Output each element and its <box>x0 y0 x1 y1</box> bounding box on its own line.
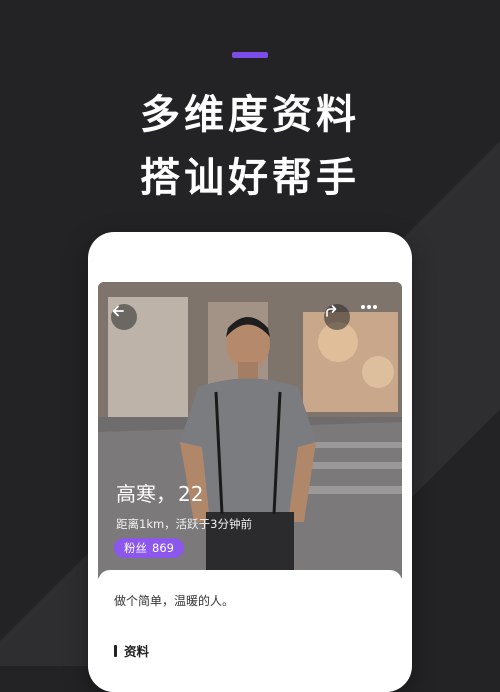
profile-name: 高寒， <box>116 482 176 506</box>
profile-age: 22 <box>178 482 204 506</box>
fans-badge[interactable]: 粉丝 869 <box>114 538 184 558</box>
more-dots-icon <box>361 305 377 309</box>
fans-count: 869 <box>152 541 174 555</box>
fans-label: 粉丝 <box>124 541 147 555</box>
distance-activity: 距离1km，活跃于3分钟前 <box>116 517 252 531</box>
headline-line-2: 搭讪好帮手 <box>140 155 360 201</box>
profile-photo: 高寒， 22 距离1km，活跃于3分钟前 粉丝 869 <box>98 282 402 582</box>
share-arrow-icon <box>326 305 337 317</box>
section-title: 资料 <box>124 644 150 659</box>
back-button[interactable] <box>111 304 137 330</box>
section-header-profile: 资料 <box>114 641 149 660</box>
profile-name-age: 高寒， 22 <box>116 478 203 507</box>
headline-line-1: 多维度资料 <box>140 92 360 138</box>
bio-text: 做个简单，温暖的人。 <box>114 594 235 608</box>
phone-frame: 高寒， 22 距离1km，活跃于3分钟前 粉丝 869 做个简单，温暖的人。 资… <box>88 232 412 692</box>
section-marker <box>114 644 117 657</box>
share-button[interactable] <box>324 304 350 330</box>
accent-bar <box>232 52 268 58</box>
arrow-left-icon <box>112 305 124 317</box>
more-button[interactable] <box>360 304 392 330</box>
profile-card: 做个简单，温暖的人。 资料 <box>98 570 402 692</box>
